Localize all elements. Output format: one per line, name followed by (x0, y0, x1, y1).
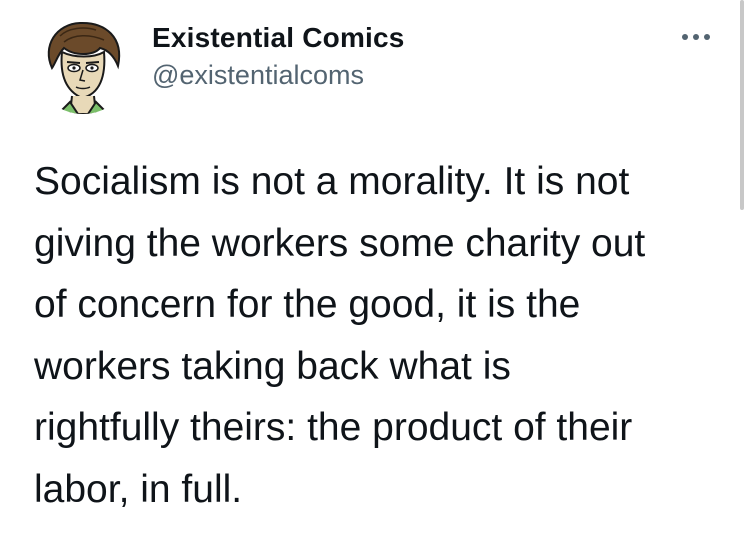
avatar-illustration (47, 21, 121, 114)
tweet-text-line: workers taking back what is (34, 344, 511, 388)
tweet-card: Existential Comics @existentialcoms Soci… (0, 0, 750, 533)
author-handle[interactable]: @existentialcoms (152, 60, 364, 91)
scrollbar[interactable] (740, 0, 744, 210)
avatar[interactable] (34, 16, 132, 114)
tweet-text-line: Socialism is not a morality. It is not (34, 160, 630, 203)
tweet-text-line: of concern for the good, it is the (34, 283, 581, 326)
tweet-text-line: giving the workers some charity out (34, 221, 646, 265)
tweet-text-line: rightfully theirs: the product of their (34, 406, 633, 449)
more-horizontal-icon[interactable] (672, 22, 720, 52)
more-dot (682, 34, 688, 40)
tweet-text-line: labor, in full. (34, 467, 243, 511)
more-dot (693, 34, 699, 40)
more-dot (704, 34, 710, 40)
author-name[interactable]: Existential Comics (152, 22, 405, 54)
tweet-text: Socialism is not a morality. It is not g… (34, 151, 724, 520)
